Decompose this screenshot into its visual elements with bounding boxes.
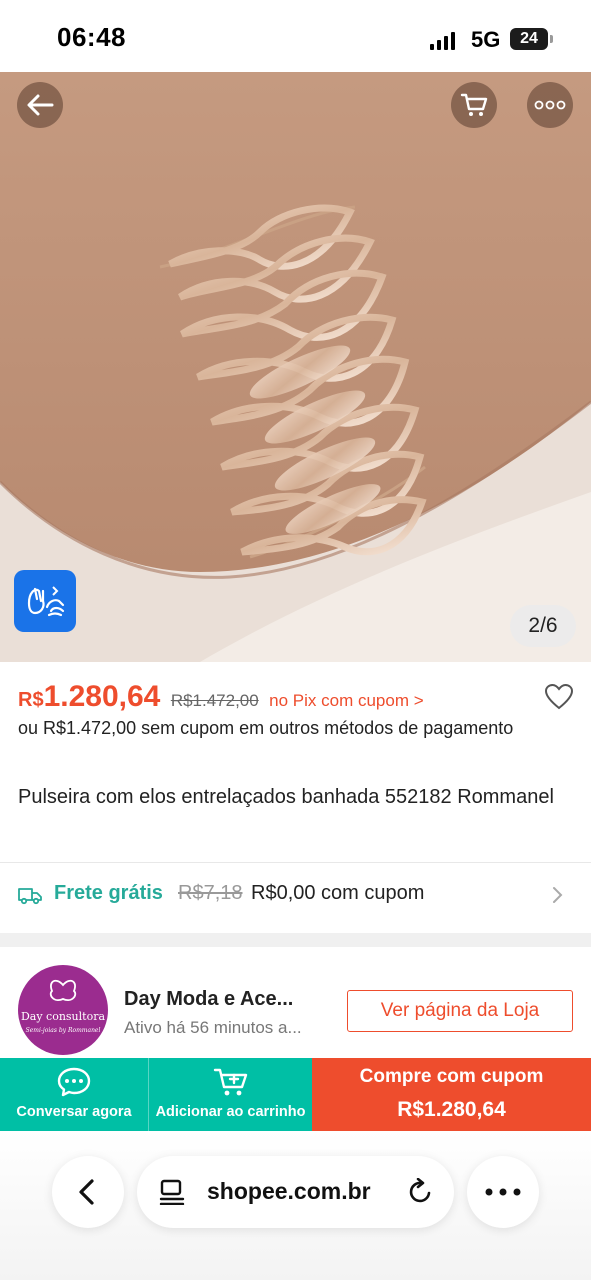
signal-icon <box>430 30 462 50</box>
price-original: R$1.472,00 <box>170 691 259 710</box>
status-bar: 06:48 5G 24 <box>0 0 591 72</box>
product-image[interactable]: 2/6 <box>0 72 591 662</box>
network-type: 5G <box>471 27 501 52</box>
more-options-button[interactable] <box>527 82 573 128</box>
shopee-product-page: { "status_bar": { "time": "06:48", "netw… <box>0 0 591 1280</box>
buy-price: R$1.280,64 <box>397 1098 506 1121</box>
chat-icon <box>57 1067 91 1097</box>
cart-button[interactable] <box>451 82 497 128</box>
shipping-row[interactable]: Frete grátis R$7,18 R$0,00 com cupom <box>18 880 558 910</box>
back-arrow-icon <box>27 94 54 116</box>
heart-icon[interactable] <box>545 684 573 710</box>
shop-logo-tagline: Semi-joias by Rommanel <box>26 1027 101 1034</box>
shop-logo-text: Day consultora <box>21 1010 106 1023</box>
battery-tip <box>550 35 553 43</box>
free-shipping-label: Frete grátis <box>54 882 163 904</box>
price-value: 1.280,64 <box>43 680 161 713</box>
truck-icon <box>18 888 42 905</box>
image-counter: 2/6 <box>510 605 576 647</box>
buy-with-coupon-label: Compre com cupom <box>359 1066 544 1087</box>
libras-accessibility-button[interactable] <box>14 570 76 632</box>
cart-plus-icon <box>213 1068 248 1096</box>
cart-icon <box>460 93 488 116</box>
price-row: R$1.280,64 R$1.472,00 no Pix com cupom > <box>18 680 424 716</box>
shop-logo[interactable]: Day consultora Semi-joias by Rommanel <box>18 965 108 1055</box>
pix-coupon-link[interactable]: no Pix com cupom > <box>269 691 424 710</box>
action-bar: Conversar agora Adicionar ao carrinho Co… <box>0 1058 591 1131</box>
reader-icon[interactable] <box>159 1179 185 1205</box>
buy-with-coupon-button[interactable]: Compre com cupom R$1.280,64 <box>312 1058 591 1131</box>
libras-hands-icon <box>27 586 65 617</box>
shipping-old-price: R$7,18 <box>178 882 243 904</box>
back-button[interactable] <box>17 82 63 128</box>
product-title: Pulseira com elos entrelaçados banhada 5… <box>18 786 554 808</box>
address-bar[interactable]: shopee.com.br <box>137 1156 454 1228</box>
more-dots-icon <box>485 1188 521 1196</box>
alternative-price: ou R$1.472,00 sem cupom em outros método… <box>18 718 514 738</box>
add-to-cart-button[interactable]: Adicionar ao carrinho <box>148 1058 312 1131</box>
chat-now-label: Conversar agora <box>16 1104 132 1120</box>
status-time: 06:48 <box>57 22 126 52</box>
chevron-right-icon[interactable] <box>551 884 565 906</box>
shop-logo-image: Day consultora Semi-joias by Rommanel <box>21 979 106 1034</box>
bracelet-photo <box>0 72 591 662</box>
chat-now-button[interactable]: Conversar agora <box>0 1058 148 1131</box>
battery-icon: 24 <box>510 28 548 50</box>
shipping-new-price: R$0,00 com cupom <box>251 882 425 904</box>
more-dots-icon <box>534 100 566 110</box>
browser-toolbar: shopee.com.br <box>0 1131 591 1280</box>
view-shop-button[interactable]: Ver página da Loja <box>347 990 573 1032</box>
browser-back-button[interactable] <box>52 1156 124 1228</box>
chevron-left-icon <box>79 1179 94 1205</box>
add-to-cart-label: Adicionar ao carrinho <box>155 1104 306 1120</box>
url-text: shopee.com.br <box>207 1178 371 1204</box>
browser-more-button[interactable] <box>467 1156 539 1228</box>
divider <box>0 862 591 863</box>
shop-active-status: Ativo há 56 minutos a... <box>124 1018 302 1037</box>
price-currency: R$ <box>18 689 44 711</box>
shop-name[interactable]: Day Moda e Ace... <box>124 988 293 1011</box>
reload-icon[interactable] <box>407 1178 435 1206</box>
section-separator <box>0 933 591 947</box>
